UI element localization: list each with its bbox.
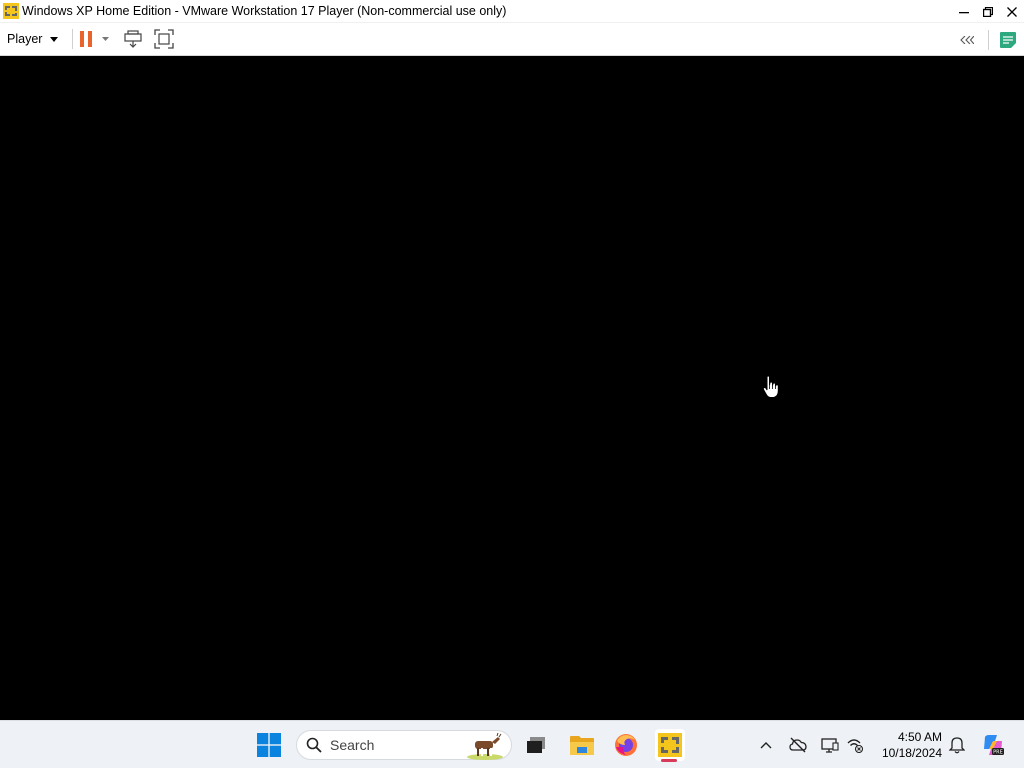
notifications-button[interactable]: [946, 729, 968, 761]
collapse-icon: [960, 35, 974, 44]
maximize-button[interactable]: [976, 0, 1000, 23]
clock-date: 10/18/2024: [881, 746, 942, 760]
close-button[interactable]: [1000, 0, 1024, 23]
task-view-button[interactable]: [522, 729, 550, 761]
title-bar: Windows XP Home Edition - VMware Worksta…: [0, 0, 1024, 23]
notes-button[interactable]: [999, 28, 1017, 52]
search-icon: [306, 737, 322, 753]
pause-button[interactable]: [79, 27, 93, 51]
window-title: Windows XP Home Edition - VMware Worksta…: [22, 4, 507, 18]
active-app-indicator: [661, 759, 677, 762]
player-menu-label: Player: [7, 32, 43, 46]
player-menu-button[interactable]: Player: [7, 27, 62, 51]
show-hidden-icons-button[interactable]: [756, 729, 776, 761]
send-ctrl-alt-del-button[interactable]: [124, 27, 143, 51]
clock-time: 4:50 AM: [897, 730, 942, 744]
task-view-icon: [527, 737, 545, 753]
copilot-icon: PRE: [984, 735, 1004, 756]
display-icon: [821, 738, 839, 753]
start-button[interactable]: [255, 729, 283, 761]
search-bar[interactable]: Search: [296, 730, 512, 760]
toolbar-divider: [72, 29, 74, 49]
network-button[interactable]: [844, 729, 866, 761]
send-ctrl-alt-del-icon: [124, 30, 143, 48]
search-highlight-okapi-icon: [467, 732, 503, 760]
svg-text:PRE: PRE: [993, 750, 1003, 756]
vm-display[interactable]: [0, 56, 1024, 720]
close-icon: [1007, 6, 1017, 17]
toolbar-divider: [988, 29, 989, 50]
hand-cursor-icon: [762, 375, 779, 398]
restore-icon: [983, 6, 993, 17]
fullscreen-button[interactable]: [154, 27, 175, 51]
dropdown-caret-icon: [102, 37, 110, 41]
player-toolbar: Player: [0, 23, 1024, 56]
collapse-toolbar-button[interactable]: [960, 28, 974, 52]
bell-icon: [949, 737, 965, 754]
cloud-offline-icon: [789, 737, 807, 753]
notes-icon: [1000, 31, 1016, 48]
search-placeholder: Search: [330, 737, 375, 753]
minimize-icon: [959, 11, 969, 13]
onedrive-status-button[interactable]: [787, 729, 809, 761]
firefox-icon: [615, 734, 637, 756]
vmware-player-icon: [3, 3, 19, 19]
network-icon: [847, 739, 864, 753]
copilot-button[interactable]: PRE: [979, 729, 1007, 761]
start-icon: [257, 733, 281, 757]
vmware-player-icon: [658, 733, 682, 757]
firefox-button[interactable]: [611, 729, 641, 761]
chevron-down-icon: [50, 36, 59, 42]
taskbar: Search 4:50 AM 10/18/2024 PRE: [0, 720, 1024, 768]
system-clock[interactable]: 4:50 AM 10/18/2024: [872, 729, 942, 761]
fullscreen-icon: [154, 29, 175, 49]
power-options-dropdown[interactable]: [102, 27, 110, 51]
file-explorer-button[interactable]: [567, 729, 597, 761]
file-explorer-icon: [570, 736, 594, 755]
pause-icon: [80, 31, 93, 47]
display-button[interactable]: [819, 729, 841, 761]
minimize-button[interactable]: [952, 0, 976, 23]
chevron-up-icon: [760, 742, 772, 749]
vmware-player-taskbar-button[interactable]: [655, 729, 685, 761]
